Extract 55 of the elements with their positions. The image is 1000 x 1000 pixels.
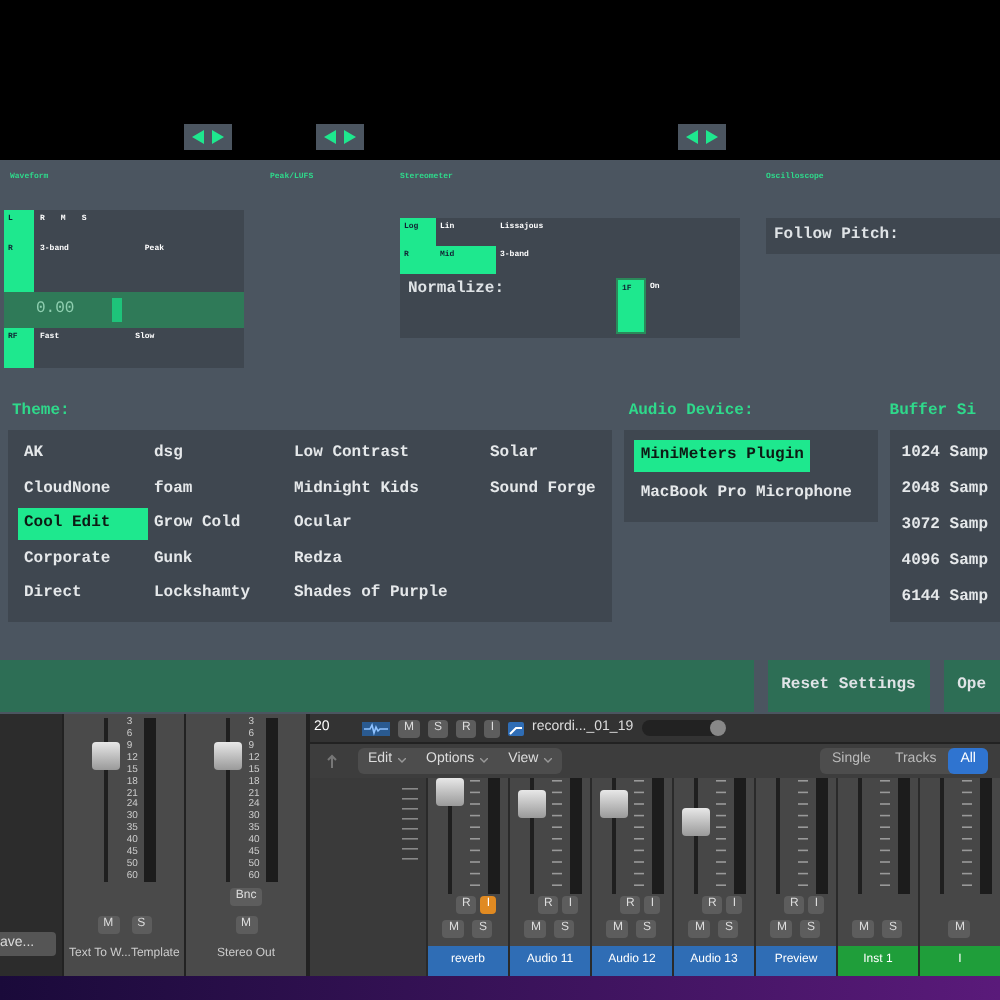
knob[interactable]: [641, 720, 726, 737]
scale-ticks: [397, 786, 418, 866]
list-item[interactable]: 1024 Samp: [895, 438, 994, 470]
list-item[interactable]: Solar: [484, 438, 603, 470]
list-item[interactable]: Lockshamty: [148, 578, 288, 611]
list-item[interactable]: Sound Forge: [484, 473, 603, 506]
list-item[interactable]: 2048 Samp: [895, 474, 994, 506]
list-item[interactable]: 3072 Samp: [895, 510, 994, 542]
list-item[interactable]: Redza: [288, 543, 484, 576]
list-item[interactable]: MacBook Pro Microphone: [634, 478, 858, 510]
right-arrow-icon: [344, 130, 356, 144]
list-item[interactable]: 6144 Samp: [895, 582, 994, 614]
left-arrow-icon: [686, 130, 698, 144]
fader-cap[interactable]: [681, 807, 710, 835]
list-item[interactable]: Cool Edit: [18, 508, 148, 541]
chevron-icon: [480, 758, 489, 765]
section-heading: Theme:: [10, 400, 72, 424]
fader-cap[interactable]: [599, 789, 628, 818]
normalize-label: Normalize:: [408, 278, 507, 302]
section-heading: Audio Device:: [626, 400, 756, 424]
list-item[interactable]: Ocular: [288, 508, 484, 541]
chevron-icon: [544, 758, 553, 765]
follow-pitch-label: Follow Pitch:: [774, 224, 899, 248]
list-item[interactable]: Corporate: [18, 543, 148, 576]
right-arrow-icon: [706, 130, 718, 144]
left-arrow-icon: [192, 130, 204, 144]
fader-cap[interactable]: [517, 789, 546, 818]
list-item[interactable]: Direct: [18, 578, 148, 611]
arrow-buttons[interactable]: [316, 124, 364, 150]
settings-button[interactable]: Ope: [943, 660, 1000, 712]
list-item[interactable]: Midnight Kids: [288, 473, 484, 506]
fader-cap[interactable]: [92, 742, 121, 771]
fader-cap[interactable]: [214, 742, 243, 771]
list-item[interactable]: AK: [18, 438, 148, 470]
right-arrow-icon: [212, 130, 224, 144]
list-item[interactable]: foam: [148, 473, 288, 506]
list-item[interactable]: CloudNone: [18, 473, 148, 506]
list-item[interactable]: 4096 Samp: [895, 546, 994, 578]
slider-thumb[interactable]: [112, 298, 122, 322]
list-item[interactable]: dsg: [148, 438, 288, 470]
settings-button[interactable]: Reset Settings: [767, 660, 930, 712]
list-item[interactable]: MiniMeters Plugin: [634, 440, 810, 472]
slider-reading: 0.00: [36, 298, 75, 322]
section-heading: Buffer Si: [889, 400, 978, 424]
fader-cap[interactable]: [435, 778, 464, 806]
waveform-icon: [361, 721, 390, 736]
automation-icon: [508, 721, 525, 736]
chevron-icon: [398, 758, 407, 765]
list-item[interactable]: Shades of Purple: [288, 578, 484, 611]
left-arrow-icon: [324, 130, 336, 144]
list-item[interactable]: Grow Cold: [148, 508, 288, 541]
list-item[interactable]: Gunk: [148, 543, 288, 576]
list-item[interactable]: Low Contrast: [288, 438, 484, 470]
arrow-buttons[interactable]: [184, 124, 232, 150]
arrow-buttons[interactable]: [678, 124, 726, 150]
